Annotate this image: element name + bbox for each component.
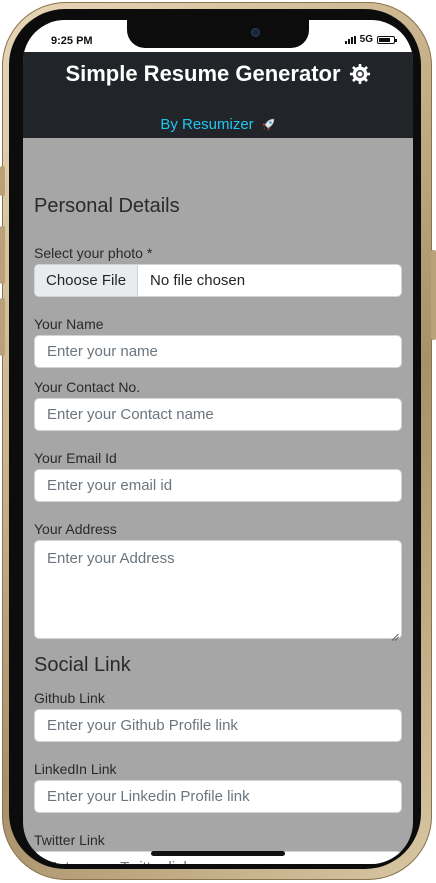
rocket-icon — [260, 117, 276, 133]
app-title-text: Simple Resume Generator — [65, 61, 341, 86]
resize-handle-icon[interactable] — [391, 628, 399, 641]
app-subtitle-text[interactable]: By Resumizer — [160, 116, 253, 133]
email-label: Your Email Id — [34, 450, 117, 466]
contact-input[interactable]: Enter your Contact name — [34, 398, 402, 431]
name-label: Your Name — [34, 316, 104, 332]
side-button-volume-down — [0, 298, 5, 356]
choose-file-button[interactable]: Choose File — [35, 265, 139, 296]
address-textarea[interactable]: Enter your Address — [34, 540, 402, 641]
battery-icon — [377, 35, 397, 44]
app-title: Simple Resume Generator — [23, 61, 413, 87]
email-input[interactable]: Enter your email id — [34, 469, 402, 502]
name-input[interactable]: Enter your name — [34, 335, 402, 368]
side-button-volume-up — [0, 226, 5, 284]
phone-screen: 9:25 PM 5G Simple Resume Generator By Re… — [23, 20, 413, 864]
personal-details-heading: Personal Details — [34, 195, 180, 217]
app-subtitle: By Resumizer — [23, 116, 413, 133]
signal-icon — [344, 35, 356, 44]
home-indicator — [151, 851, 285, 856]
side-button-power — [431, 250, 436, 340]
contact-label: Your Contact No. — [34, 379, 141, 395]
github-label: Github Link — [34, 690, 105, 706]
notch — [127, 20, 309, 48]
photo-label: Select your photo * — [34, 245, 153, 261]
status-time: 9:25 PM — [51, 35, 93, 47]
address-placeholder: Enter your Address — [47, 550, 175, 567]
app-header: Simple Resume Generator By Resumizer — [23, 52, 413, 138]
camera-icon — [251, 28, 260, 37]
file-status: No file chosen — [150, 272, 246, 289]
twitter-label: Twitter Link — [34, 832, 105, 848]
address-label: Your Address — [34, 521, 117, 537]
social-link-heading: Social Link — [34, 654, 131, 676]
side-button-mute — [0, 166, 5, 196]
status-indicators: 5G — [344, 34, 397, 45]
linkedin-label: LinkedIn Link — [34, 761, 117, 777]
linkedin-input[interactable]: Enter your Linkedin Profile link — [34, 780, 402, 813]
photo-file-input[interactable]: Choose File No file chosen — [34, 264, 402, 297]
github-input[interactable]: Enter your Github Profile link — [34, 709, 402, 742]
gear-icon[interactable] — [349, 63, 371, 85]
network-label: 5G — [359, 34, 373, 45]
